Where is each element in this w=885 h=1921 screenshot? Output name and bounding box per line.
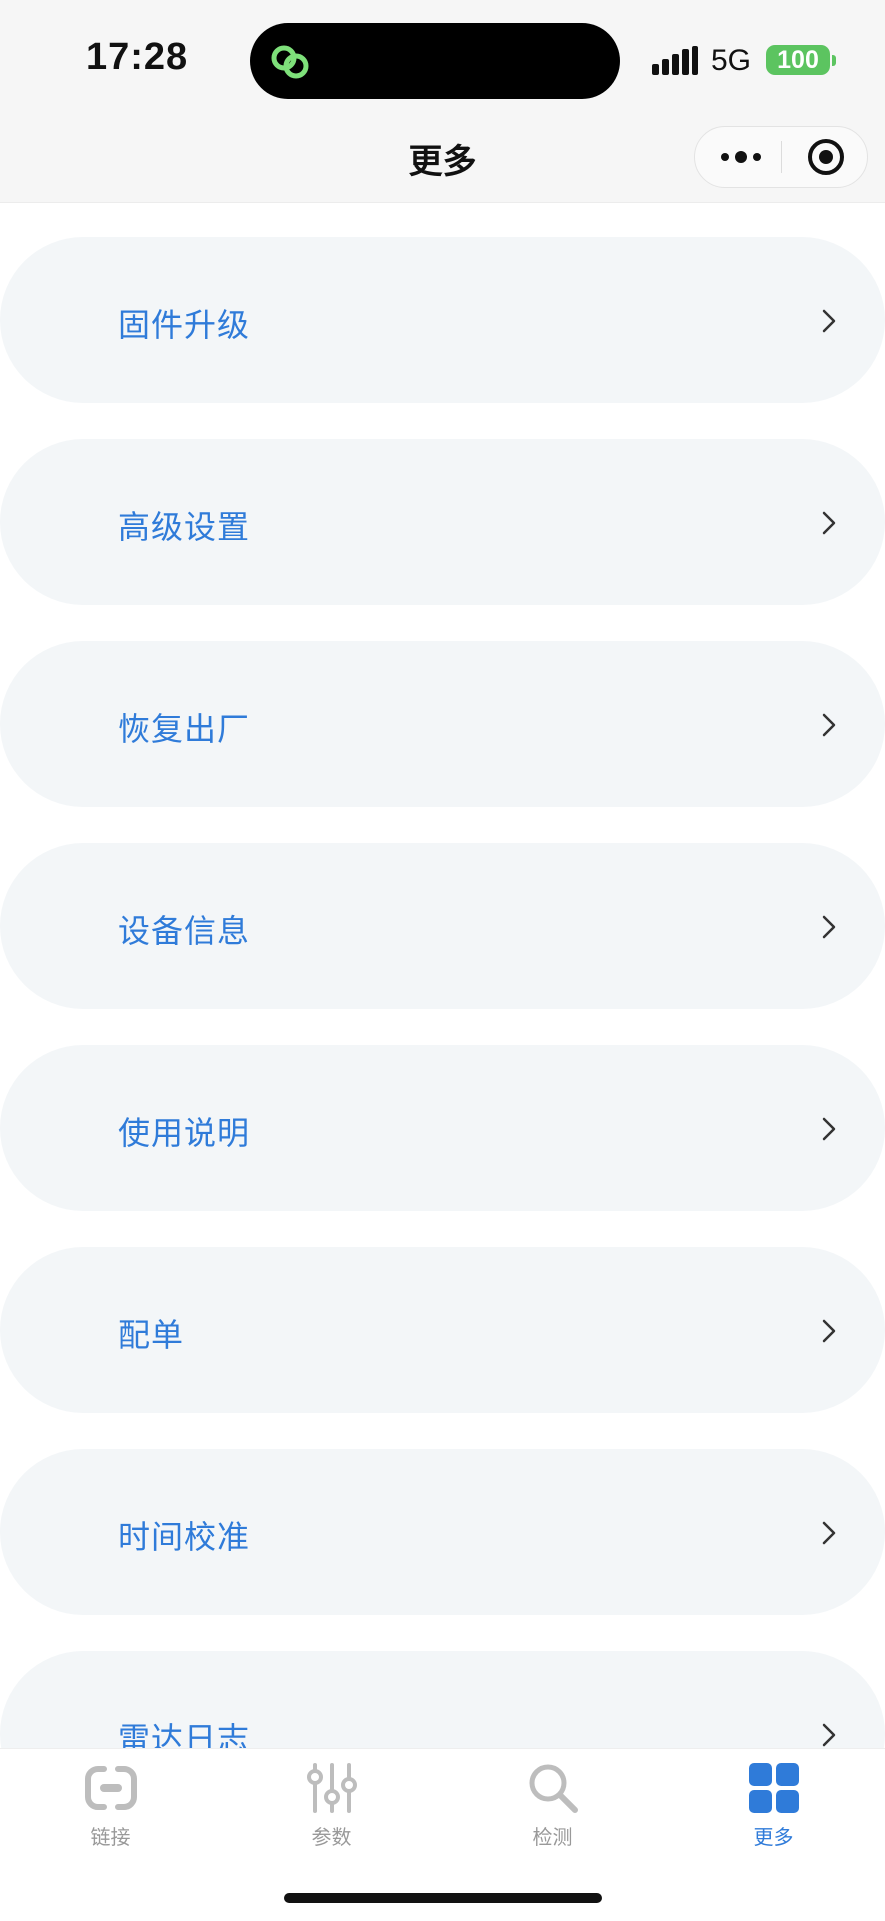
miniprogram-capsule (694, 126, 868, 188)
chevron-right-icon (822, 915, 836, 939)
signal-strength-icon (652, 46, 698, 75)
more-options-icon[interactable] (719, 143, 763, 171)
network-type: 5G (711, 44, 752, 77)
tab-label: 链接 (90, 1825, 131, 1849)
menu-item-firmware-upgrade[interactable]: 固件升级 (0, 237, 885, 403)
menu-item-device-info[interactable]: 设备信息 (0, 843, 885, 1009)
chevron-right-icon (822, 511, 836, 535)
chevron-right-icon (822, 1723, 836, 1747)
menu-item-label: 固件升级 (118, 306, 251, 344)
dynamic-island (250, 23, 620, 99)
tab-link[interactable]: 链接 (0, 1755, 221, 1855)
menu-item-advanced-settings[interactable]: 高级设置 (0, 439, 885, 605)
navigation-bar: 更多 (0, 120, 885, 203)
chain-link-icon (271, 45, 309, 79)
menu-item-label: 高级设置 (118, 508, 251, 546)
capsule-divider (781, 141, 782, 173)
tab-more[interactable]: 更多 (663, 1755, 884, 1855)
battery-indicator: 100 (766, 45, 830, 75)
battery-cap (832, 55, 836, 66)
tab-label: 检测 (532, 1825, 573, 1849)
tab-params[interactable]: 参数 (221, 1755, 442, 1855)
menu-item-label: 使用说明 (118, 1114, 251, 1152)
menu-item-order-config[interactable]: 配单 (0, 1247, 885, 1413)
chevron-right-icon (822, 1117, 836, 1141)
tab-label: 参数 (311, 1825, 352, 1849)
grid-icon (748, 1763, 799, 1813)
home-indicator[interactable] (284, 1893, 602, 1903)
menu-item-time-calibration[interactable]: 时间校准 (0, 1449, 885, 1615)
chevron-right-icon (822, 1319, 836, 1343)
menu-item-factory-reset[interactable]: 恢复出厂 (0, 641, 885, 807)
menu-item-label: 时间校准 (118, 1518, 251, 1556)
status-bar: 17:28 5G 100 (0, 0, 885, 120)
tab-label: 更多 (753, 1825, 794, 1849)
chevron-right-icon (822, 309, 836, 333)
menu-item-label: 配单 (118, 1316, 185, 1354)
menu-item-label: 恢复出厂 (118, 710, 251, 748)
menu-item-user-manual[interactable]: 使用说明 (0, 1045, 885, 1211)
chevron-right-icon (822, 1521, 836, 1545)
tab-detect[interactable]: 检测 (442, 1755, 663, 1855)
chevron-right-icon (822, 713, 836, 737)
link-icon (84, 1766, 137, 1810)
status-time: 17:28 (86, 36, 189, 78)
search-icon (529, 1764, 578, 1813)
close-miniprogram-icon[interactable] (807, 138, 845, 176)
menu-item-label: 设备信息 (118, 912, 251, 950)
sliders-icon (306, 1763, 357, 1813)
